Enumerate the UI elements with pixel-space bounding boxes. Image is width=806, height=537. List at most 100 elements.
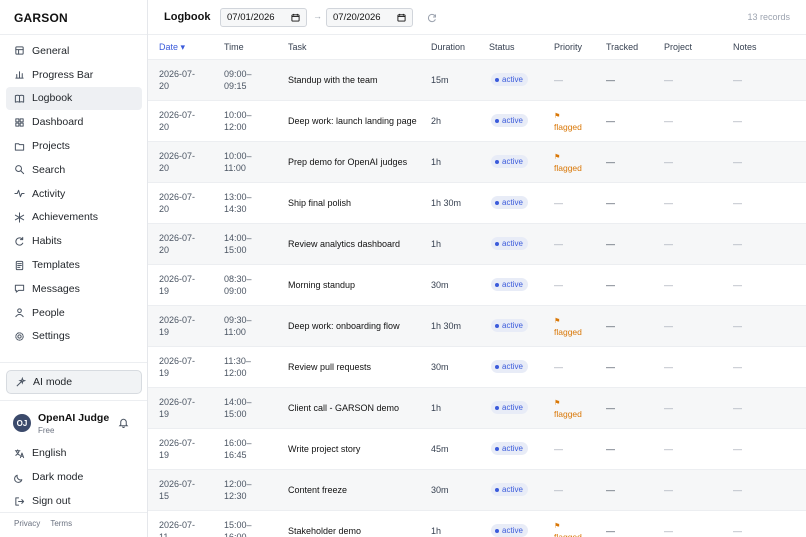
achievements-icon — [14, 212, 25, 223]
sidebar-item-logbook[interactable]: Logbook — [6, 86, 142, 111]
ai-mode-label: AI mode — [33, 376, 73, 388]
refresh-icon[interactable] — [427, 12, 437, 23]
table-row[interactable]: 2026-07- 15 12:00– 12:30 Content freeze 30m ac… — [148, 470, 806, 511]
sidebar-item-language[interactable]: English — [6, 441, 142, 465]
cell-notes: — — [733, 444, 742, 454]
priority-flag: ⚑ flagged — [554, 521, 582, 537]
table-row[interactable]: 2026-07- 19 16:00– 16:45 Write project story… — [148, 429, 806, 470]
cell-task[interactable]: Deep work: onboarding flow — [288, 321, 400, 331]
sidebar-nav: General Progress Bar Logbook Dashboard Proje… — [6, 39, 142, 348]
table-row[interactable]: 2026-07- 11 15:00– 16:00 Stakeholder demo 1h a… — [148, 511, 806, 537]
status-badge: active — [491, 278, 528, 291]
cell-date: 2026-07- 19 — [159, 356, 196, 378]
date-from-input[interactable]: 07/01/2026 — [220, 8, 307, 27]
column-notes[interactable]: Notes — [733, 42, 757, 52]
status-badge: active — [491, 319, 528, 332]
cell-notes: — — [733, 198, 742, 208]
terms-link[interactable]: Terms — [50, 519, 72, 528]
cell-task[interactable]: Morning standup — [288, 280, 355, 290]
column-priority[interactable]: Priority — [554, 42, 582, 52]
cell-notes: — — [733, 239, 742, 249]
status-dot-icon — [495, 241, 499, 246]
sidebar-item-progress-bar[interactable]: Progress Bar — [6, 63, 142, 87]
cell-time: 15:00– 16:00 — [224, 520, 252, 537]
sidebar-item-dashboard[interactable]: Dashboard — [6, 110, 142, 134]
privacy-link[interactable]: Privacy — [14, 519, 40, 528]
table-row[interactable]: 2026-07- 19 08:30– 09:00 Morning standup 30m a… — [148, 265, 806, 306]
sidebar-item-sign-out[interactable]: Sign out — [6, 489, 142, 513]
sidebar-item-templates[interactable]: Templates — [6, 253, 142, 277]
column-task[interactable]: Task — [288, 42, 307, 52]
cell-task[interactable]: Client call - GARSON demo — [288, 403, 399, 413]
sidebar-item-label: People — [32, 306, 65, 319]
cell-task[interactable]: Standup with the team — [288, 75, 378, 85]
status-dot-icon — [495, 487, 499, 492]
status-badge: active — [491, 524, 528, 537]
sidebar-item-label: Dashboard — [32, 116, 84, 129]
cell-priority-empty: — — [554, 362, 563, 372]
column-status[interactable]: Status — [489, 42, 515, 52]
table-row[interactable]: 2026-07- 20 10:00– 11:00 Prep demo for OpenA… — [148, 142, 806, 183]
table-row[interactable]: 2026-07- 19 11:30– 12:00 Review pull request… — [148, 347, 806, 388]
cell-tracked: — — [606, 198, 615, 208]
table-row[interactable]: 2026-07- 20 13:00– 14:30 Ship final polish 1h… — [148, 183, 806, 224]
account-nav: English Dark mode Sign out — [6, 441, 142, 513]
cell-project: — — [664, 403, 673, 413]
cell-project: — — [664, 239, 673, 249]
sidebar-item-habits[interactable]: Habits — [6, 229, 142, 253]
cell-duration: 45m — [431, 444, 449, 454]
status-badge: active — [491, 73, 528, 86]
cell-task[interactable]: Review analytics dashboard — [288, 239, 400, 249]
date-to-input[interactable]: 07/20/2026 — [326, 8, 413, 27]
table-row[interactable]: 2026-07- 19 09:30– 11:00 Deep work: onboardi… — [148, 306, 806, 347]
cell-task[interactable]: Review pull requests — [288, 362, 371, 372]
cell-task[interactable]: Prep demo for OpenAI judges — [288, 157, 407, 167]
cell-tracked: — — [606, 444, 615, 454]
calendar-icon[interactable] — [291, 13, 300, 22]
bell-icon[interactable] — [118, 417, 129, 429]
cell-duration: 30m — [431, 280, 449, 290]
sidebar-item-achievements[interactable]: Achievements — [6, 206, 142, 230]
date-to-value: 07/20/2026 — [333, 12, 381, 23]
cell-project: — — [664, 75, 673, 85]
sidebar-item-settings[interactable]: Settings — [6, 325, 142, 349]
status-dot-icon — [495, 159, 499, 164]
sidebar-item-people[interactable]: People — [6, 301, 142, 325]
ai-mode-button[interactable]: AI mode — [6, 370, 142, 394]
cell-duration: 1h 30m — [431, 198, 462, 208]
status-label: active — [502, 444, 523, 453]
calendar-icon[interactable] — [397, 13, 406, 22]
user-plan: Free — [38, 426, 55, 435]
table-row[interactable]: 2026-07- 20 10:00– 12:00 Deep work: launch l… — [148, 101, 806, 142]
column-project[interactable]: Project — [664, 42, 692, 52]
cell-task[interactable]: Deep work: launch landing page — [288, 116, 417, 126]
cell-task[interactable]: Write project story — [288, 444, 360, 454]
sidebar-item-search[interactable]: Search — [6, 158, 142, 182]
column-time[interactable]: Time — [224, 42, 244, 52]
cell-task[interactable]: Stakeholder demo — [288, 526, 361, 536]
templates-icon — [14, 260, 25, 271]
cell-date: 2026-07- 19 — [159, 438, 196, 460]
sidebar-item-messages[interactable]: Messages — [6, 277, 142, 301]
sidebar-item-activity[interactable]: Activity — [6, 182, 142, 206]
table-row[interactable]: 2026-07- 20 09:00– 09:15 Standup with the te… — [148, 60, 806, 101]
user-profile[interactable]: OJ OpenAI Judge Free — [13, 410, 141, 438]
status-badge: active — [491, 114, 528, 127]
column-date[interactable]: Date ▾ — [159, 42, 185, 53]
sidebar-item-general[interactable]: General — [6, 39, 142, 63]
column-duration[interactable]: Duration — [431, 42, 465, 52]
table-row[interactable]: 2026-07- 20 14:00– 15:00 Review analytics da… — [148, 224, 806, 265]
cell-notes: — — [733, 157, 742, 167]
table-row[interactable]: 2026-07- 19 14:00– 15:00 Client call - GARSO… — [148, 388, 806, 429]
cell-task[interactable]: Content freeze — [288, 485, 347, 495]
sidebar-item-projects[interactable]: Projects — [6, 134, 142, 158]
cell-task[interactable]: Ship final polish — [288, 198, 351, 208]
sidebar-item-dark-mode[interactable]: Dark mode — [6, 465, 142, 489]
cell-priority-empty: — — [554, 280, 563, 290]
cell-tracked: — — [606, 280, 615, 290]
cell-date: 2026-07- 20 — [159, 151, 196, 173]
column-tracked[interactable]: Tracked — [606, 42, 638, 52]
status-badge: active — [491, 155, 528, 168]
cell-time: 14:00– 15:00 — [224, 397, 252, 419]
sign-out-icon — [14, 496, 25, 507]
